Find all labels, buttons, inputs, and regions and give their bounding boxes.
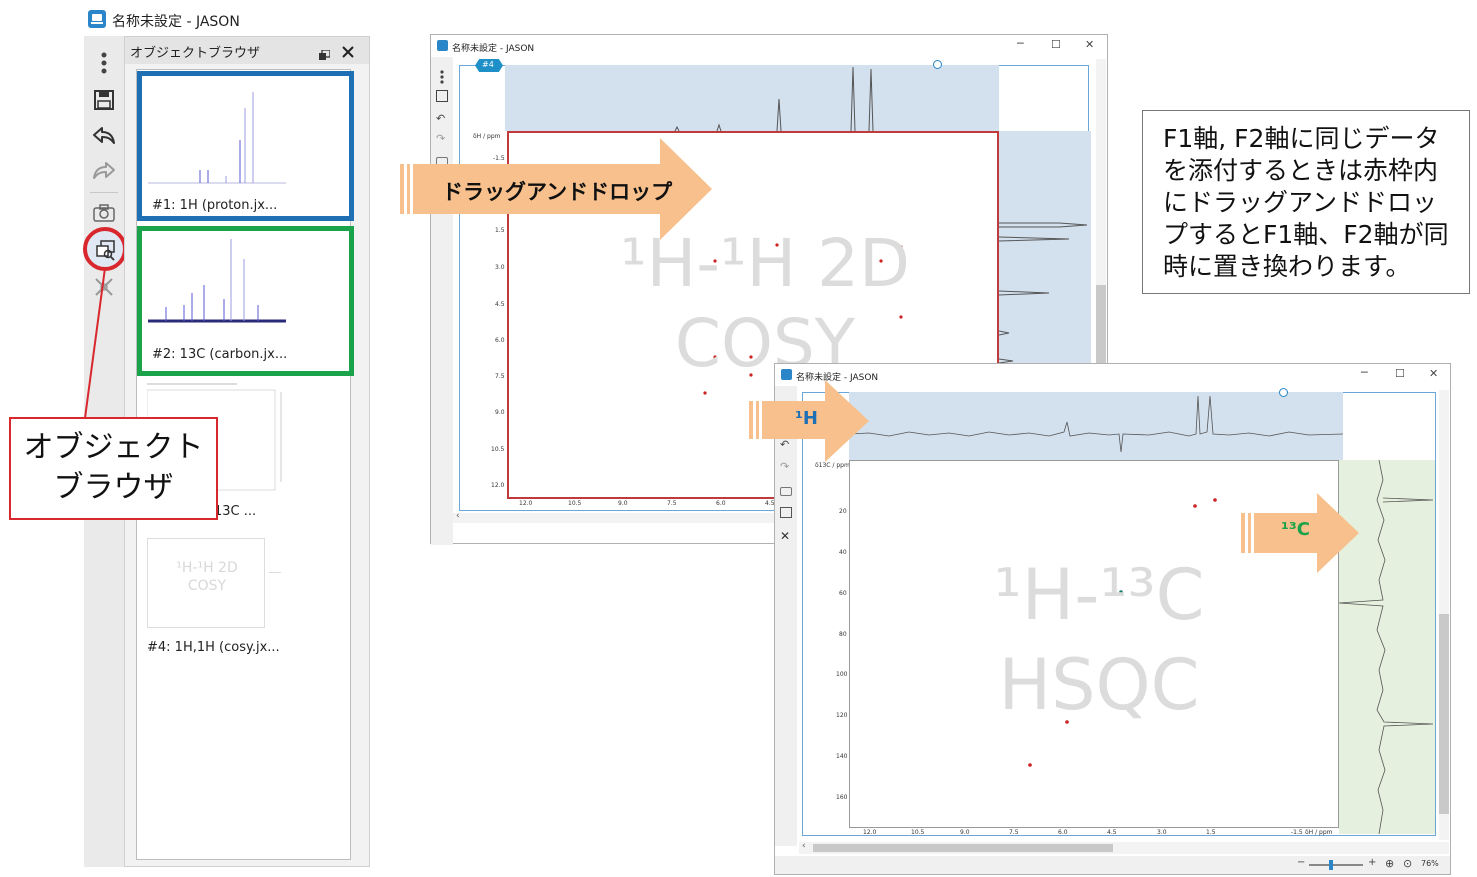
y-tick: 12.0 <box>491 482 505 489</box>
callout-text: オブジェクト ブラウザ <box>23 430 204 505</box>
cosy-toolbar: ↶ ↷ <box>431 57 453 545</box>
zoom-level: 76% <box>1421 859 1439 868</box>
vertical-scrollbar[interactable] <box>1096 59 1106 379</box>
hsqc-watermark: ¹H-¹³C HSQC <box>993 554 1205 726</box>
top-projection <box>849 395 1343 453</box>
zoom-fit-icon[interactable]: ⊕ <box>1385 857 1394 870</box>
list-item-label: 13C ... <box>214 504 257 519</box>
y-tick: 3.0 <box>495 264 505 271</box>
cosy-badge[interactable]: #4 <box>475 59 503 72</box>
y-tick: 4.5 <box>495 301 505 308</box>
drag-arrow-label: ドラッグアンドドロップ <box>442 180 673 204</box>
arrow-1h-label: ¹H <box>795 408 818 429</box>
right-projection <box>999 222 1088 364</box>
thumb-watermark: ¹H-¹H 2D COSY <box>176 560 238 595</box>
hsqc-plot-area: δ13C / ppm 20 40 60 80 100 120 140 160 1… <box>799 388 1443 840</box>
close-button[interactable]: ✕ <box>1085 38 1094 51</box>
minimize-button[interactable]: ─ <box>1361 366 1368 379</box>
maximize-button[interactable]: ☐ <box>1395 367 1405 380</box>
list-item-label: #4: 1H,1H (cosy.jx... <box>147 640 280 655</box>
object-browser-icon[interactable] <box>780 507 792 518</box>
app-logo-icon <box>437 40 448 51</box>
x-tick: 9.0 <box>960 829 970 836</box>
close-button[interactable]: ✕ <box>1429 367 1438 380</box>
undo-icon[interactable]: ↶ <box>436 112 445 125</box>
top-projection <box>674 66 874 131</box>
x-tick: -1.5 <box>1291 829 1303 836</box>
y-tick: 40 <box>839 549 847 556</box>
y-tick: 120 <box>836 712 848 719</box>
x-tick: 6.0 <box>716 500 726 507</box>
hsqc-title-bar: 名称未設定 - JASON ─ ☐ ✕ <box>775 364 1450 386</box>
y-tick: 6.0 <box>495 337 505 344</box>
y-tick: 60 <box>839 590 847 597</box>
x-tick: 7.5 <box>667 500 677 507</box>
maximize-button[interactable]: ☐ <box>1051 38 1061 51</box>
x-tick: 12.0 <box>519 500 533 507</box>
y-axis-label: δ13C / ppm <box>815 462 850 469</box>
y-tick: 9.0 <box>495 409 505 416</box>
zoom-reset-icon[interactable]: ⊙ <box>1403 857 1412 870</box>
status-bar: − + ⊕ ⊙ 76% <box>775 856 1450 874</box>
x-tick: 6.0 <box>1058 829 1068 836</box>
horizontal-scrollbar[interactable]: ‹ <box>799 841 1449 854</box>
x-tick: 1.5 <box>1206 829 1216 836</box>
arrow-13c-label: ¹³C <box>1281 519 1310 540</box>
callout-box: オブジェクト ブラウザ <box>9 417 218 520</box>
cosy-watermark: ¹H-¹H 2D COSY <box>620 225 910 382</box>
note-text: F1軸, F2軸に同じデータを添付するときは赤枠内にドラッグアンドドロップすると… <box>1163 124 1449 281</box>
selection-handle[interactable] <box>1279 388 1288 397</box>
x-tick: 9.0 <box>618 500 628 507</box>
x-tick: 3.0 <box>1157 829 1167 836</box>
undock-icon[interactable] <box>319 45 331 60</box>
close-panel-icon[interactable] <box>342 43 354 58</box>
y-tick: 7.5 <box>495 373 505 380</box>
vertical-scrollbar[interactable] <box>1439 390 1449 840</box>
x-tick: 12.0 <box>863 829 877 836</box>
cosy-title: 名称未設定 - JASON <box>452 44 535 54</box>
y-tick: 80 <box>839 631 847 638</box>
arrow-1h: ¹H <box>749 380 869 462</box>
zoom-slider[interactable] <box>1309 860 1363 870</box>
more-menu-icon[interactable] <box>440 69 444 84</box>
cosy-thumbnail: ¹H-¹H 2D COSY <box>147 538 265 628</box>
y-tick: 20 <box>839 508 847 515</box>
x-tick: 10.5 <box>911 829 925 836</box>
selection-handle[interactable] <box>933 60 942 69</box>
minimize-button[interactable]: ─ <box>1017 37 1024 50</box>
app-logo-icon <box>781 369 792 380</box>
zoom-in-button[interactable]: + <box>1368 857 1376 868</box>
y-tick: 10.5 <box>491 446 505 453</box>
x-tick: 7.5 <box>1009 829 1019 836</box>
camera-icon[interactable] <box>780 487 792 496</box>
y-tick: 160 <box>836 794 848 801</box>
x-axis-label: δH / ppm <box>1305 829 1333 836</box>
save-icon[interactable] <box>436 90 448 102</box>
tools-icon[interactable]: ✕ <box>780 529 790 543</box>
y-tick: 140 <box>836 753 848 760</box>
x-tick: 4.5 <box>1107 829 1117 836</box>
zoom-out-button[interactable]: − <box>1297 857 1305 868</box>
hsqc-window: 名称未設定 - JASON ─ ☐ ✕ ↶ ↷ ✕ δ13C / ppm 20 … <box>774 363 1451 875</box>
list-item[interactable]: ¹H-¹H 2D COSY #4: 1H,1H (cosy.jx... <box>137 532 354 672</box>
x-tick: 10.5 <box>568 500 582 507</box>
drag-drop-arrow: ドラッグアンドドロップ <box>400 138 712 240</box>
callout-leader-line <box>84 267 106 419</box>
y-tick: 100 <box>836 671 848 678</box>
note-box: F1軸, F2軸に同じデータを添付するときは赤枠内にドラッグアンドドロップすると… <box>1142 110 1470 294</box>
arrow-13c: ¹³C <box>1241 493 1359 573</box>
cosy-title-bar: 名称未設定 - JASON ─ ☐ ✕ <box>431 35 1107 57</box>
